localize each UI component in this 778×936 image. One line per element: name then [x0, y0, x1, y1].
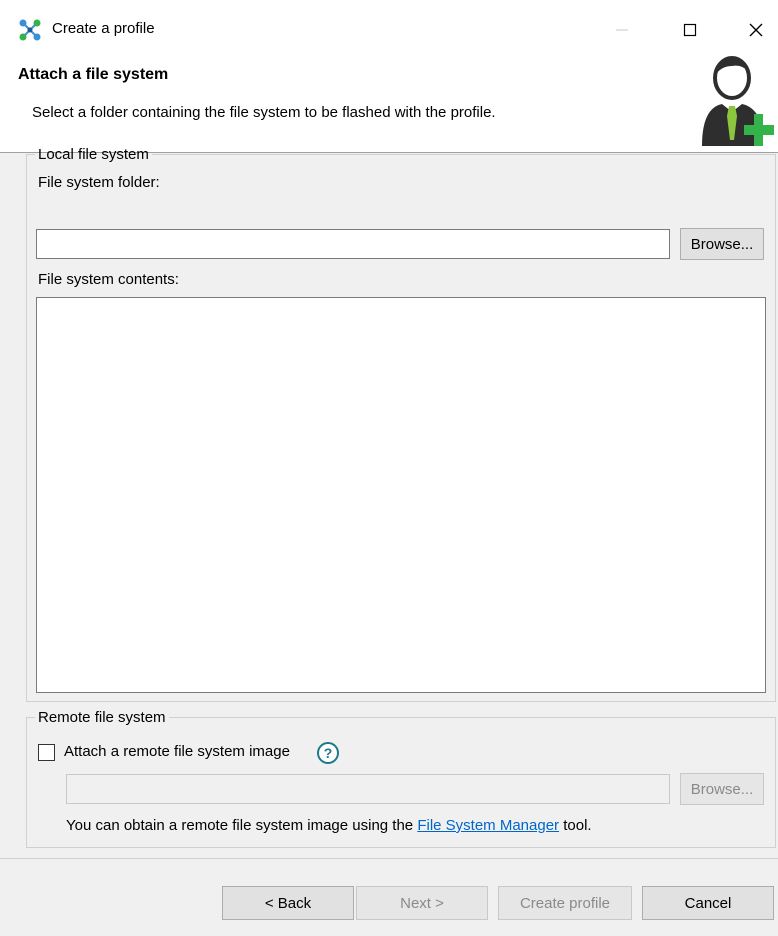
- maximize-button[interactable]: [666, 14, 714, 46]
- next-button: Next >: [356, 886, 488, 920]
- minimize-icon: [616, 29, 628, 31]
- maximize-icon: [683, 23, 697, 37]
- remote-file-system-checkbox-label[interactable]: Attach a remote file system image: [64, 743, 290, 760]
- window-title: Create a profile: [52, 20, 155, 37]
- remote-group-legend: Remote file system: [38, 709, 166, 726]
- minimize-button[interactable]: [598, 14, 646, 46]
- file-system-contents-label: File system contents:: [38, 271, 179, 288]
- add-user-icon: [702, 56, 774, 146]
- page-heading: Attach a file system: [18, 66, 169, 83]
- local-group-legend: Local file system: [38, 146, 149, 163]
- cancel-button[interactable]: Cancel: [642, 886, 774, 920]
- page-description: Select a folder containing the file syst…: [32, 104, 496, 121]
- create-profile-button: Create profile: [498, 886, 632, 920]
- file-system-contents-list[interactable]: [36, 297, 766, 693]
- file-system-folder-label: File system folder:: [38, 174, 160, 191]
- back-button[interactable]: < Back: [222, 886, 354, 920]
- app-icon: [19, 19, 41, 41]
- file-system-folder-input[interactable]: [36, 229, 670, 259]
- remote-note-suffix: tool.: [559, 817, 592, 834]
- browse-remote-button: Browse...: [680, 773, 764, 805]
- help-icon[interactable]: ?: [316, 741, 340, 765]
- close-icon: [749, 23, 763, 37]
- file-system-manager-link[interactable]: File System Manager: [417, 817, 559, 834]
- close-button[interactable]: [732, 14, 778, 46]
- remote-file-system-input: [66, 774, 670, 804]
- browse-local-button[interactable]: Browse...: [680, 228, 764, 260]
- remote-file-system-checkbox[interactable]: [38, 744, 55, 761]
- svg-text:?: ?: [324, 745, 333, 761]
- remote-file-system-note: You can obtain a remote file system imag…: [66, 817, 592, 834]
- remote-note-prefix: You can obtain a remote file system imag…: [66, 817, 418, 834]
